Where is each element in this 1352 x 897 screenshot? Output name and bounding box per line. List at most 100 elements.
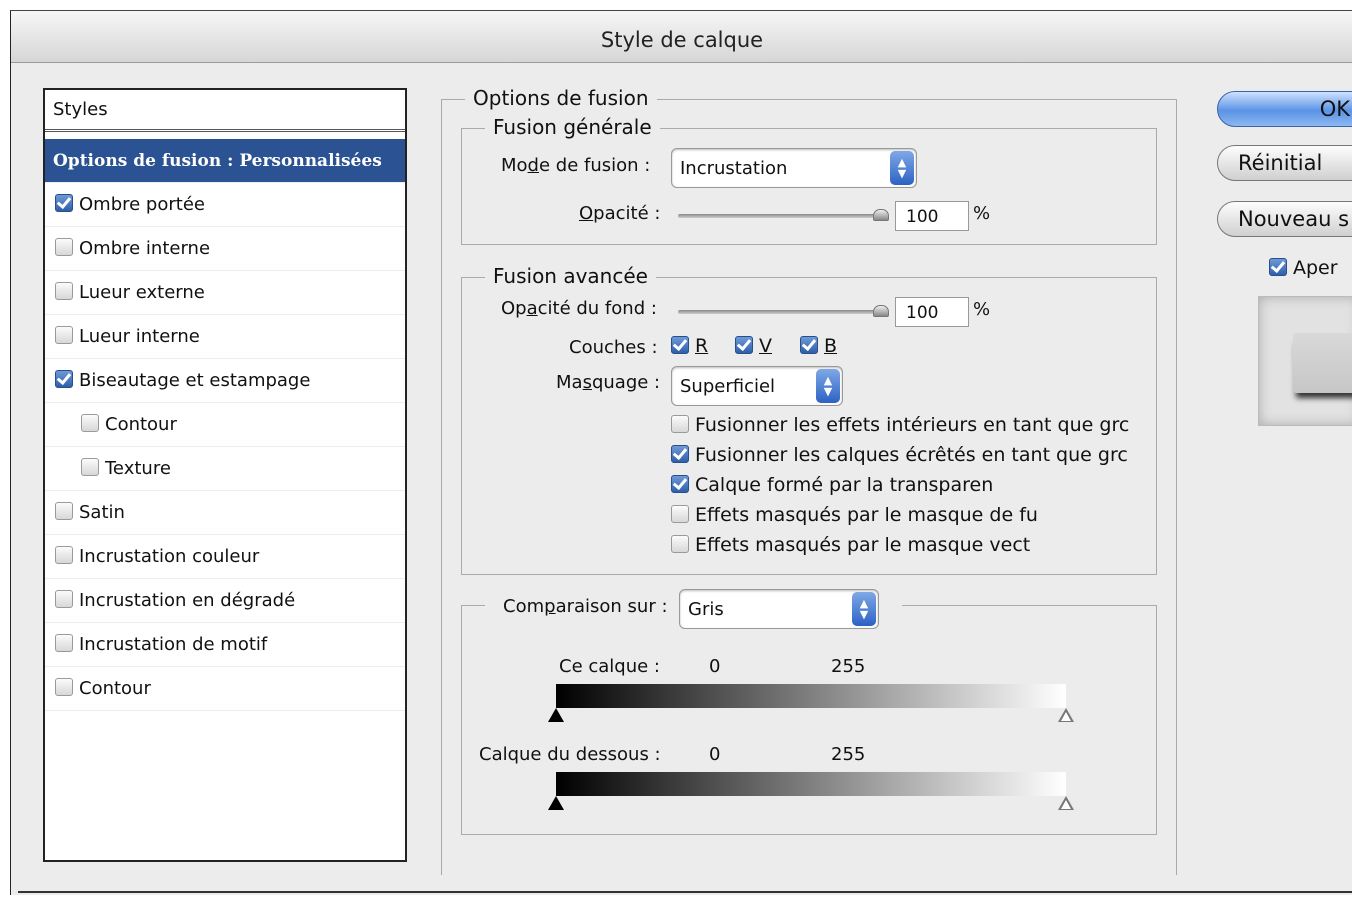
under-layer-min: 0	[709, 744, 721, 765]
preview-label: Aper	[1293, 257, 1338, 279]
style-item-label: Contour	[79, 678, 151, 699]
advanced-option-label: Effets masqués par le masque de fu	[695, 504, 1038, 526]
style-item[interactable]: Options de fusion : Personnalisées	[45, 139, 405, 183]
channel-label: B	[824, 335, 838, 357]
style-item[interactable]: Biseautage et estampage	[45, 359, 405, 403]
channel-checkbox[interactable]: R	[671, 335, 708, 357]
style-item[interactable]: Incrustation couleur	[45, 535, 405, 579]
under-layer-gradient	[556, 772, 1066, 796]
style-item-label: Ombre interne	[79, 238, 211, 259]
advanced-option-checkbox[interactable]: Effets masqués par le masque de fu	[671, 504, 1038, 526]
advanced-option-label: Effets masqués par le masque vect	[695, 534, 1031, 556]
preview-checkbox[interactable]: Aper	[1269, 257, 1338, 279]
style-item[interactable]: Texture	[45, 447, 405, 491]
style-item[interactable]: Ombre interne	[45, 227, 405, 271]
style-item-label: Incrustation de motif	[79, 634, 268, 655]
under-layer-white-slider[interactable]	[1058, 796, 1074, 810]
style-preview	[1258, 296, 1352, 426]
this-layer-min: 0	[709, 656, 721, 677]
styles-header[interactable]: Styles	[45, 90, 405, 132]
opacity-unit: %	[973, 203, 991, 224]
new-style-button[interactable]: Nouveau s	[1217, 201, 1352, 237]
select-arrows-icon: ▲ ▼	[890, 151, 914, 185]
under-layer-label: Calque du dessous :	[479, 744, 661, 765]
blending-options-title: Options de fusion	[465, 86, 657, 110]
checkbox-unchecked-icon[interactable]	[55, 238, 73, 256]
style-item-label: Texture	[105, 458, 171, 479]
under-layer-black-slider[interactable]	[548, 796, 564, 810]
channel-checkbox[interactable]: V	[735, 335, 772, 357]
checkbox-unchecked-icon[interactable]	[55, 590, 73, 608]
style-item-label: Contour	[105, 414, 177, 435]
channel-checkbox[interactable]: B	[800, 335, 837, 357]
checkbox-checked-icon[interactable]	[55, 194, 73, 212]
advanced-option-checkbox[interactable]: Fusionner les effets intérieurs en tant …	[671, 414, 1129, 436]
blend-if-group	[461, 605, 1157, 835]
knockout-select[interactable]: Superficiel ▲ ▼	[671, 366, 843, 406]
advanced-option-checkbox[interactable]: Calque formé par la transparen	[671, 474, 993, 496]
style-item[interactable]: Contour	[45, 667, 405, 711]
checkbox-unchecked-icon[interactable]	[81, 414, 99, 432]
style-item[interactable]: Contour	[45, 403, 405, 447]
opacity-slider-thumb[interactable]	[873, 209, 889, 221]
style-item[interactable]: Ombre portée	[45, 183, 405, 227]
select-arrows-icon: ▲ ▼	[852, 592, 876, 626]
checkbox-unchecked-icon	[671, 535, 689, 553]
advanced-option-label: Fusionner les effets intérieurs en tant …	[695, 414, 1130, 436]
checkbox-checked-icon	[671, 445, 689, 463]
advanced-option-label: Calque formé par la transparen	[695, 474, 994, 496]
style-item-label: Biseautage et estampage	[79, 370, 311, 391]
reset-button[interactable]: Réinitial	[1217, 145, 1352, 181]
channel-label: V	[759, 335, 772, 357]
this-layer-max: 255	[831, 656, 866, 677]
blend-mode-value: Incrustation	[680, 158, 788, 179]
checkbox-checked-icon	[800, 336, 818, 354]
checkbox-unchecked-icon	[671, 415, 689, 433]
blend-if-value: Gris	[688, 599, 724, 620]
knockout-label: Masquage :	[556, 372, 661, 393]
style-item[interactable]: Satin	[45, 491, 405, 535]
style-item[interactable]: Incrustation en dégradé	[45, 579, 405, 623]
this-layer-black-slider[interactable]	[548, 708, 564, 722]
blend-if-label: Comparaison sur :	[503, 596, 668, 617]
blend-if-select[interactable]: Gris ▲ ▼	[679, 589, 879, 629]
fill-opacity-input[interactable]: 100	[895, 297, 969, 327]
blend-mode-label: Mode de fusion :	[501, 155, 651, 176]
blend-mode-select[interactable]: Incrustation ▲ ▼	[671, 148, 917, 188]
checkbox-unchecked-icon[interactable]	[55, 282, 73, 300]
fill-opacity-slider[interactable]	[678, 310, 885, 314]
under-layer-max: 255	[831, 744, 866, 765]
checkbox-unchecked-icon[interactable]	[81, 458, 99, 476]
ok-button[interactable]: OK	[1217, 91, 1352, 127]
opacity-label: Opacité :	[579, 203, 661, 224]
checkbox-unchecked-icon[interactable]	[55, 678, 73, 696]
style-item-label: Incrustation couleur	[79, 546, 260, 567]
style-item[interactable]: Lueur interne	[45, 315, 405, 359]
knockout-value: Superficiel	[680, 376, 776, 397]
style-item-label: Incrustation en dégradé	[79, 590, 296, 611]
window-title: Style de calque	[11, 11, 1352, 63]
checkbox-unchecked-icon[interactable]	[55, 634, 73, 652]
channel-label: R	[695, 335, 709, 357]
checkbox-checked-icon[interactable]	[55, 370, 73, 388]
advanced-option-checkbox[interactable]: Fusionner les calques écrêtés en tant qu…	[671, 444, 1128, 466]
advanced-option-checkbox[interactable]: Effets masqués par le masque vect	[671, 534, 1030, 556]
checkbox-checked-icon	[671, 475, 689, 493]
style-item-label: Satin	[79, 502, 125, 523]
checkbox-checked-icon	[671, 336, 689, 354]
checkbox-unchecked-icon[interactable]	[55, 502, 73, 520]
opacity-slider[interactable]	[678, 214, 885, 218]
checkbox-unchecked-icon[interactable]	[55, 326, 73, 344]
opacity-input[interactable]: 100	[895, 201, 969, 231]
fill-opacity-slider-thumb[interactable]	[873, 305, 889, 317]
style-item[interactable]: Incrustation de motif	[45, 623, 405, 667]
advanced-blending-title: Fusion avancée	[485, 264, 656, 288]
general-blending-title: Fusion générale	[485, 115, 660, 139]
channels-label: Couches :	[569, 337, 658, 358]
checkbox-unchecked-icon[interactable]	[55, 546, 73, 564]
style-item[interactable]: Lueur externe	[45, 271, 405, 315]
fill-opacity-label: Opacité du fond :	[501, 298, 657, 319]
checkbox-unchecked-icon	[671, 505, 689, 523]
this-layer-white-slider[interactable]	[1058, 708, 1074, 722]
fill-opacity-unit: %	[973, 299, 991, 320]
